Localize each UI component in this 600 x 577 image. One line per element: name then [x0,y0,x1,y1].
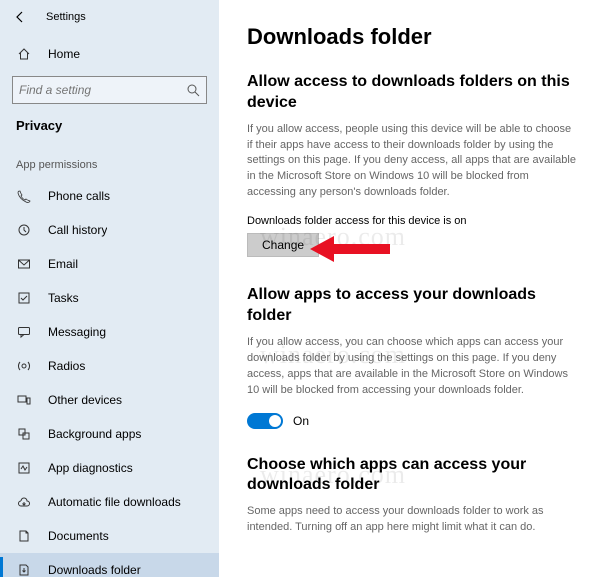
toggle-state-label: On [293,414,309,428]
phone-icon [16,188,32,204]
titlebar: Settings [0,0,219,34]
search-input[interactable] [19,83,186,97]
nav-list: Phone calls Call history Email Tasks Mes… [0,179,219,577]
allow-apps-toggle[interactable] [247,413,283,429]
sidebar-item-phone-calls[interactable]: Phone calls [0,179,219,213]
settings-window: Settings Home Privacy App permissions Ph… [0,0,600,577]
sidebar-item-label: Phone calls [48,189,110,203]
toggle-row: On [247,413,576,429]
autodownload-icon [16,494,32,510]
sidebar-item-background-apps[interactable]: Background apps [0,417,219,451]
home-label: Home [48,47,80,61]
email-icon [16,256,32,272]
tasks-icon [16,290,32,306]
documents-icon [16,528,32,544]
sidebar: Settings Home Privacy App permissions Ph… [0,0,219,577]
search-container [0,70,219,112]
sidebar-item-label: Other devices [48,393,122,407]
radios-icon [16,358,32,374]
section3-desc: Some apps need to access your downloads … [247,504,576,536]
search-icon [186,83,200,97]
sidebar-item-other-devices[interactable]: Other devices [0,383,219,417]
sidebar-item-label: Background apps [48,427,141,441]
content-area: Downloads folder Allow access to downloa… [219,0,600,577]
section2-title: Allow apps to access your downloads fold… [247,285,576,327]
sidebar-item-documents[interactable]: Documents [0,519,219,553]
sidebar-item-label: Call history [48,223,107,237]
back-button[interactable] [12,9,28,25]
section2-desc: If you allow access, you can choose whic… [247,335,576,399]
sidebar-item-downloads-folder[interactable]: Downloads folder [0,553,219,577]
background-icon [16,426,32,442]
group-app-permissions-label: App permissions [0,143,219,179]
sidebar-home[interactable]: Home [0,38,219,70]
sidebar-item-automatic-file-downloads[interactable]: Automatic file downloads [0,485,219,519]
page-title: Downloads folder [247,24,576,50]
sidebar-item-call-history[interactable]: Call history [0,213,219,247]
search-box[interactable] [12,76,207,104]
sidebar-item-email[interactable]: Email [0,247,219,281]
section-privacy-label: Privacy [0,112,219,143]
window-title: Settings [46,11,86,23]
history-icon [16,222,32,238]
diagnostics-icon [16,460,32,476]
section1-title: Allow access to downloads folders on thi… [247,72,576,114]
sidebar-item-tasks[interactable]: Tasks [0,281,219,315]
sidebar-item-label: Downloads folder [48,563,141,577]
sidebar-item-messaging[interactable]: Messaging [0,315,219,349]
sidebar-item-label: Radios [48,359,85,373]
change-button[interactable]: Change [247,233,319,257]
sidebar-item-label: Email [48,257,78,271]
sidebar-item-radios[interactable]: Radios [0,349,219,383]
section3-title: Choose which apps can access your downlo… [247,455,576,497]
section1-desc: If you allow access, people using this d… [247,122,576,202]
sidebar-item-label: Messaging [48,325,106,339]
sidebar-item-label: Automatic file downloads [48,495,181,509]
devices-icon [16,392,32,408]
sidebar-item-app-diagnostics[interactable]: App diagnostics [0,451,219,485]
section1-status: Downloads folder access for this device … [247,215,576,227]
sidebar-item-label: App diagnostics [48,461,133,475]
sidebar-item-label: Tasks [48,291,79,305]
home-icon [16,46,32,62]
messaging-icon [16,324,32,340]
downloads-icon [16,562,32,577]
sidebar-item-label: Documents [48,529,109,543]
